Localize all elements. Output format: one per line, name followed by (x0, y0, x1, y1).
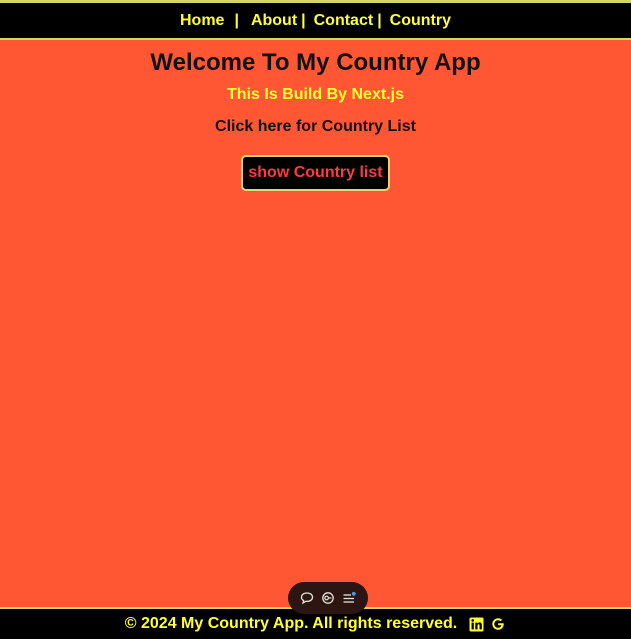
nav-separator: | (301, 11, 306, 29)
nav-link-contact[interactable]: Contact (314, 12, 374, 29)
show-country-list-button[interactable]: show Country list (241, 155, 390, 191)
footer-copyright: © 2024 My Country App. All rights reserv… (124, 615, 458, 632)
main-content: Welcome To My Country App This Is Build … (0, 40, 631, 191)
button-wrapper: show Country list (0, 155, 631, 191)
page-subtitle: This Is Build By Next.js (227, 86, 404, 103)
nav-separator: | (377, 11, 382, 29)
page-title: Welcome To My Country App (150, 49, 481, 76)
menu-notification-icon[interactable] (341, 590, 357, 606)
toggle-icon[interactable] (320, 590, 336, 606)
nav-link-home[interactable]: Home (180, 12, 224, 29)
footer-social-links (463, 616, 506, 632)
country-list-prompt: Click here for Country List (215, 118, 416, 135)
floating-toolbar (288, 582, 368, 614)
top-navbar: Home | About | Contact | Country (0, 0, 631, 40)
nav-separator: | (234, 11, 239, 29)
nav-link-about[interactable]: About (251, 12, 297, 29)
google-icon[interactable] (490, 616, 506, 632)
linkedin-icon[interactable] (469, 617, 484, 632)
main-nav: Home | About | Contact | Country (180, 11, 451, 29)
page: Home | About | Contact | Country Welcome… (0, 0, 631, 639)
chat-icon[interactable] (299, 590, 315, 606)
nav-link-country[interactable]: Country (390, 12, 451, 29)
